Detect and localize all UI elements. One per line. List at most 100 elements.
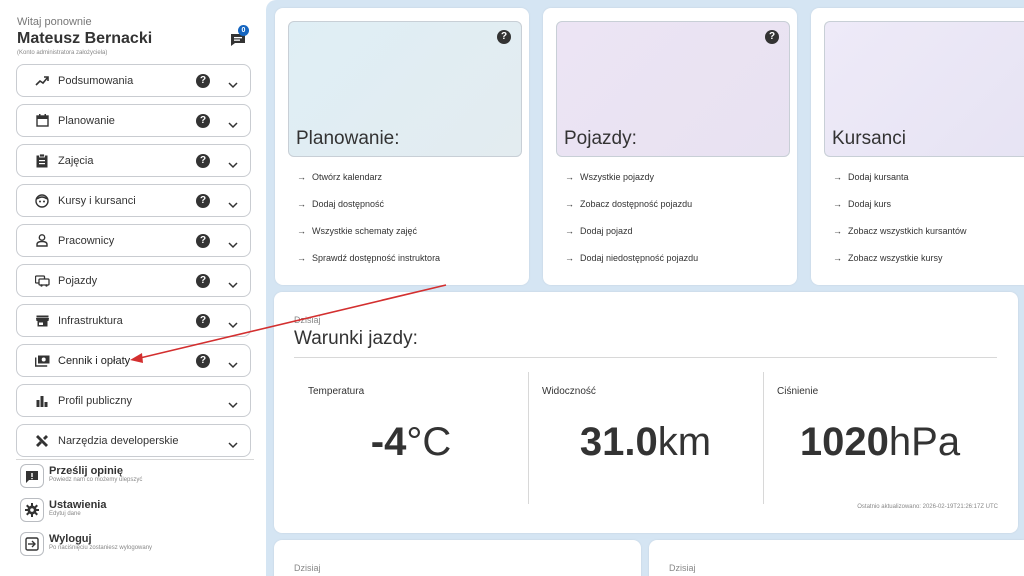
quick-link[interactable]: → Zobacz wszystkie kursy bbox=[833, 253, 967, 280]
arrow-right-icon: → bbox=[833, 172, 842, 182]
visibility-panel: Widoczność 31.0km bbox=[528, 372, 763, 504]
quick-card-title: Kursanci bbox=[832, 128, 906, 149]
sidebar-item-label: Podsumowania bbox=[58, 74, 134, 87]
sidebar-item-label: Profil publiczny bbox=[58, 394, 132, 407]
quick-card-kursanci: Kursanci → Dodaj kursanta → Dodaj kurs → Zo… bbox=[811, 8, 1024, 285]
tools-icon bbox=[34, 433, 50, 449]
quick-card-header: ? Planowanie: bbox=[288, 21, 522, 157]
quick-link[interactable]: → Wszystkie schematy zajęć bbox=[297, 226, 440, 253]
arrow-right-icon: → bbox=[833, 199, 842, 209]
visibility-label: Widoczność bbox=[542, 386, 596, 397]
face-icon bbox=[34, 193, 50, 209]
help-icon[interactable]: ? bbox=[497, 30, 511, 44]
chevron-down-icon[interactable] bbox=[228, 116, 238, 134]
arrow-right-icon: → bbox=[565, 253, 574, 263]
today-label: Dzisiaj bbox=[294, 563, 321, 573]
help-icon[interactable]: ? bbox=[196, 274, 210, 288]
sidebar-item-podsumowania[interactable]: Podsumowania ? bbox=[16, 64, 251, 97]
sidebar-item-kursy-i-kursanci[interactable]: Kursy i kursanci ? bbox=[16, 184, 251, 217]
temperature-value: -4°C bbox=[370, 420, 452, 464]
chevron-down-icon[interactable] bbox=[228, 276, 238, 294]
chevron-down-icon[interactable] bbox=[228, 236, 238, 254]
quick-link[interactable]: → Dodaj niedostępność pojazdu bbox=[565, 253, 698, 280]
last-updated-text: Ostatnio aktualizowano: 2026-02-19T21:26… bbox=[857, 504, 998, 510]
quick-link[interactable]: → Wszystkie pojazdy bbox=[565, 172, 698, 199]
sidebar-item-planowanie[interactable]: Planowanie ? bbox=[16, 104, 251, 137]
gear-icon bbox=[20, 498, 44, 522]
quick-link[interactable]: → Dodaj kursanta bbox=[833, 172, 967, 199]
sidebar-nav: Podsumowania ? Planowanie ? Zajęcia ? Ku… bbox=[16, 64, 251, 464]
help-icon[interactable]: ? bbox=[196, 74, 210, 88]
help-icon[interactable]: ? bbox=[196, 114, 210, 128]
sidebar-item-narzedzia-developerskie[interactable]: Narzędzia developerskie bbox=[16, 424, 251, 457]
quick-card-planowanie: ? Planowanie: → Otwórz kalendarz → Dodaj d… bbox=[275, 8, 529, 285]
settings-button[interactable]: Ustawienia Edytuj dane bbox=[20, 498, 250, 526]
weather-divider bbox=[294, 357, 997, 358]
logout-button[interactable]: Wyloguj Po naciśnięciu zostaniesz wylogow… bbox=[20, 532, 250, 560]
help-icon[interactable]: ? bbox=[196, 354, 210, 368]
visibility-value: 31.0km bbox=[579, 420, 712, 464]
quick-card-title: Planowanie: bbox=[296, 128, 400, 149]
main-content: ? Planowanie: → Otwórz kalendarz → Dodaj d… bbox=[266, 0, 1024, 576]
footer-subtitle: Po naciśnięciu zostaniesz wylogowany bbox=[49, 545, 153, 551]
today-label: Dzisiaj bbox=[669, 563, 696, 573]
calendar-icon bbox=[34, 113, 50, 129]
footer-subtitle: Powiedz nam co możemy ulepszyć bbox=[49, 477, 143, 483]
sidebar-divider bbox=[16, 459, 254, 460]
chevron-down-icon[interactable] bbox=[228, 196, 238, 214]
pressure-label: Ciśnienie bbox=[777, 386, 819, 397]
footer-title: Ustawienia bbox=[49, 499, 107, 511]
sidebar-item-profil-publiczny[interactable]: Profil publiczny bbox=[16, 384, 251, 417]
help-icon[interactable]: ? bbox=[196, 194, 210, 208]
chevron-down-icon[interactable] bbox=[228, 156, 238, 174]
quick-card-title: Pojazdy: bbox=[564, 128, 637, 149]
sidebar-item-pojazdy[interactable]: Pojazdy ? bbox=[16, 264, 251, 297]
feedback-button[interactable]: Prześlij opinię Powiedz nam co możemy ule… bbox=[20, 464, 250, 492]
sidebar: Witaj ponownie Mateusz Bernacki (Konto a… bbox=[0, 0, 264, 576]
chevron-down-icon[interactable] bbox=[228, 356, 238, 374]
sidebar-item-label: Infrastruktura bbox=[58, 314, 123, 327]
chevron-down-icon[interactable] bbox=[228, 436, 238, 454]
sidebar-item-label: Cennik i opłaty bbox=[58, 354, 131, 367]
quick-links: → Dodaj kursanta → Dodaj kurs → Zobacz wszy… bbox=[833, 172, 967, 280]
chevron-down-icon[interactable] bbox=[228, 396, 238, 414]
chevron-down-icon[interactable] bbox=[228, 76, 238, 94]
sidebar-item-infrastruktura[interactable]: Infrastruktura ? bbox=[16, 304, 251, 337]
help-icon[interactable]: ? bbox=[765, 30, 779, 44]
footer-title: Wyloguj bbox=[49, 533, 92, 545]
user-role: (Konto administratora założyciela) bbox=[17, 50, 108, 56]
payments-icon bbox=[34, 353, 50, 369]
arrow-right-icon: → bbox=[565, 172, 574, 182]
quick-link[interactable]: → Dodaj pojazd bbox=[565, 226, 698, 253]
sidebar-item-zajecia[interactable]: Zajęcia ? bbox=[16, 144, 251, 177]
help-icon[interactable]: ? bbox=[196, 234, 210, 248]
quick-link[interactable]: → Zobacz dostępność pojazdu bbox=[565, 199, 698, 226]
messages-button[interactable]: 0 bbox=[230, 25, 250, 48]
today-card: Dzisiaj bbox=[649, 540, 1024, 576]
quick-link[interactable]: → Zobacz wszystkich kursantów bbox=[833, 226, 967, 253]
logout-icon bbox=[20, 532, 44, 556]
sidebar-item-label: Narzędzia developerskie bbox=[58, 434, 179, 447]
help-icon[interactable]: ? bbox=[196, 314, 210, 328]
chevron-down-icon[interactable] bbox=[228, 316, 238, 334]
quick-links: → Wszystkie pojazdy → Zobacz dostępność po… bbox=[565, 172, 698, 280]
quick-link[interactable]: → Sprawdź dostępność instruktora bbox=[297, 253, 440, 280]
arrow-right-icon: → bbox=[297, 172, 306, 182]
trending-up-icon bbox=[34, 73, 50, 89]
quick-link[interactable]: → Dodaj kurs bbox=[833, 199, 967, 226]
arrow-right-icon: → bbox=[297, 253, 306, 263]
user-name: Mateusz Bernacki bbox=[17, 30, 153, 47]
sidebar-item-cennik-i-oplaty[interactable]: Cennik i opłaty ? bbox=[16, 344, 251, 377]
temperature-label: Temperatura bbox=[308, 386, 365, 397]
help-icon[interactable]: ? bbox=[196, 154, 210, 168]
sidebar-item-label: Zajęcia bbox=[58, 154, 94, 167]
quick-links: → Otwórz kalendarz → Dodaj dostępność → Wsz… bbox=[297, 172, 440, 280]
quick-card-header: Kursanci bbox=[824, 21, 1024, 157]
quick-link[interactable]: → Dodaj dostępność bbox=[297, 199, 440, 226]
today-card: Dzisiaj bbox=[274, 540, 641, 576]
sidebar-item-pracownicy[interactable]: Pracownicy ? bbox=[16, 224, 251, 257]
quick-link[interactable]: → Otwórz kalendarz bbox=[297, 172, 440, 199]
sidebar-item-label: Planowanie bbox=[58, 114, 115, 127]
pressure-panel: Ciśnienie 1020hPa bbox=[763, 372, 997, 504]
greeting-text: Witaj ponownie bbox=[17, 16, 92, 28]
